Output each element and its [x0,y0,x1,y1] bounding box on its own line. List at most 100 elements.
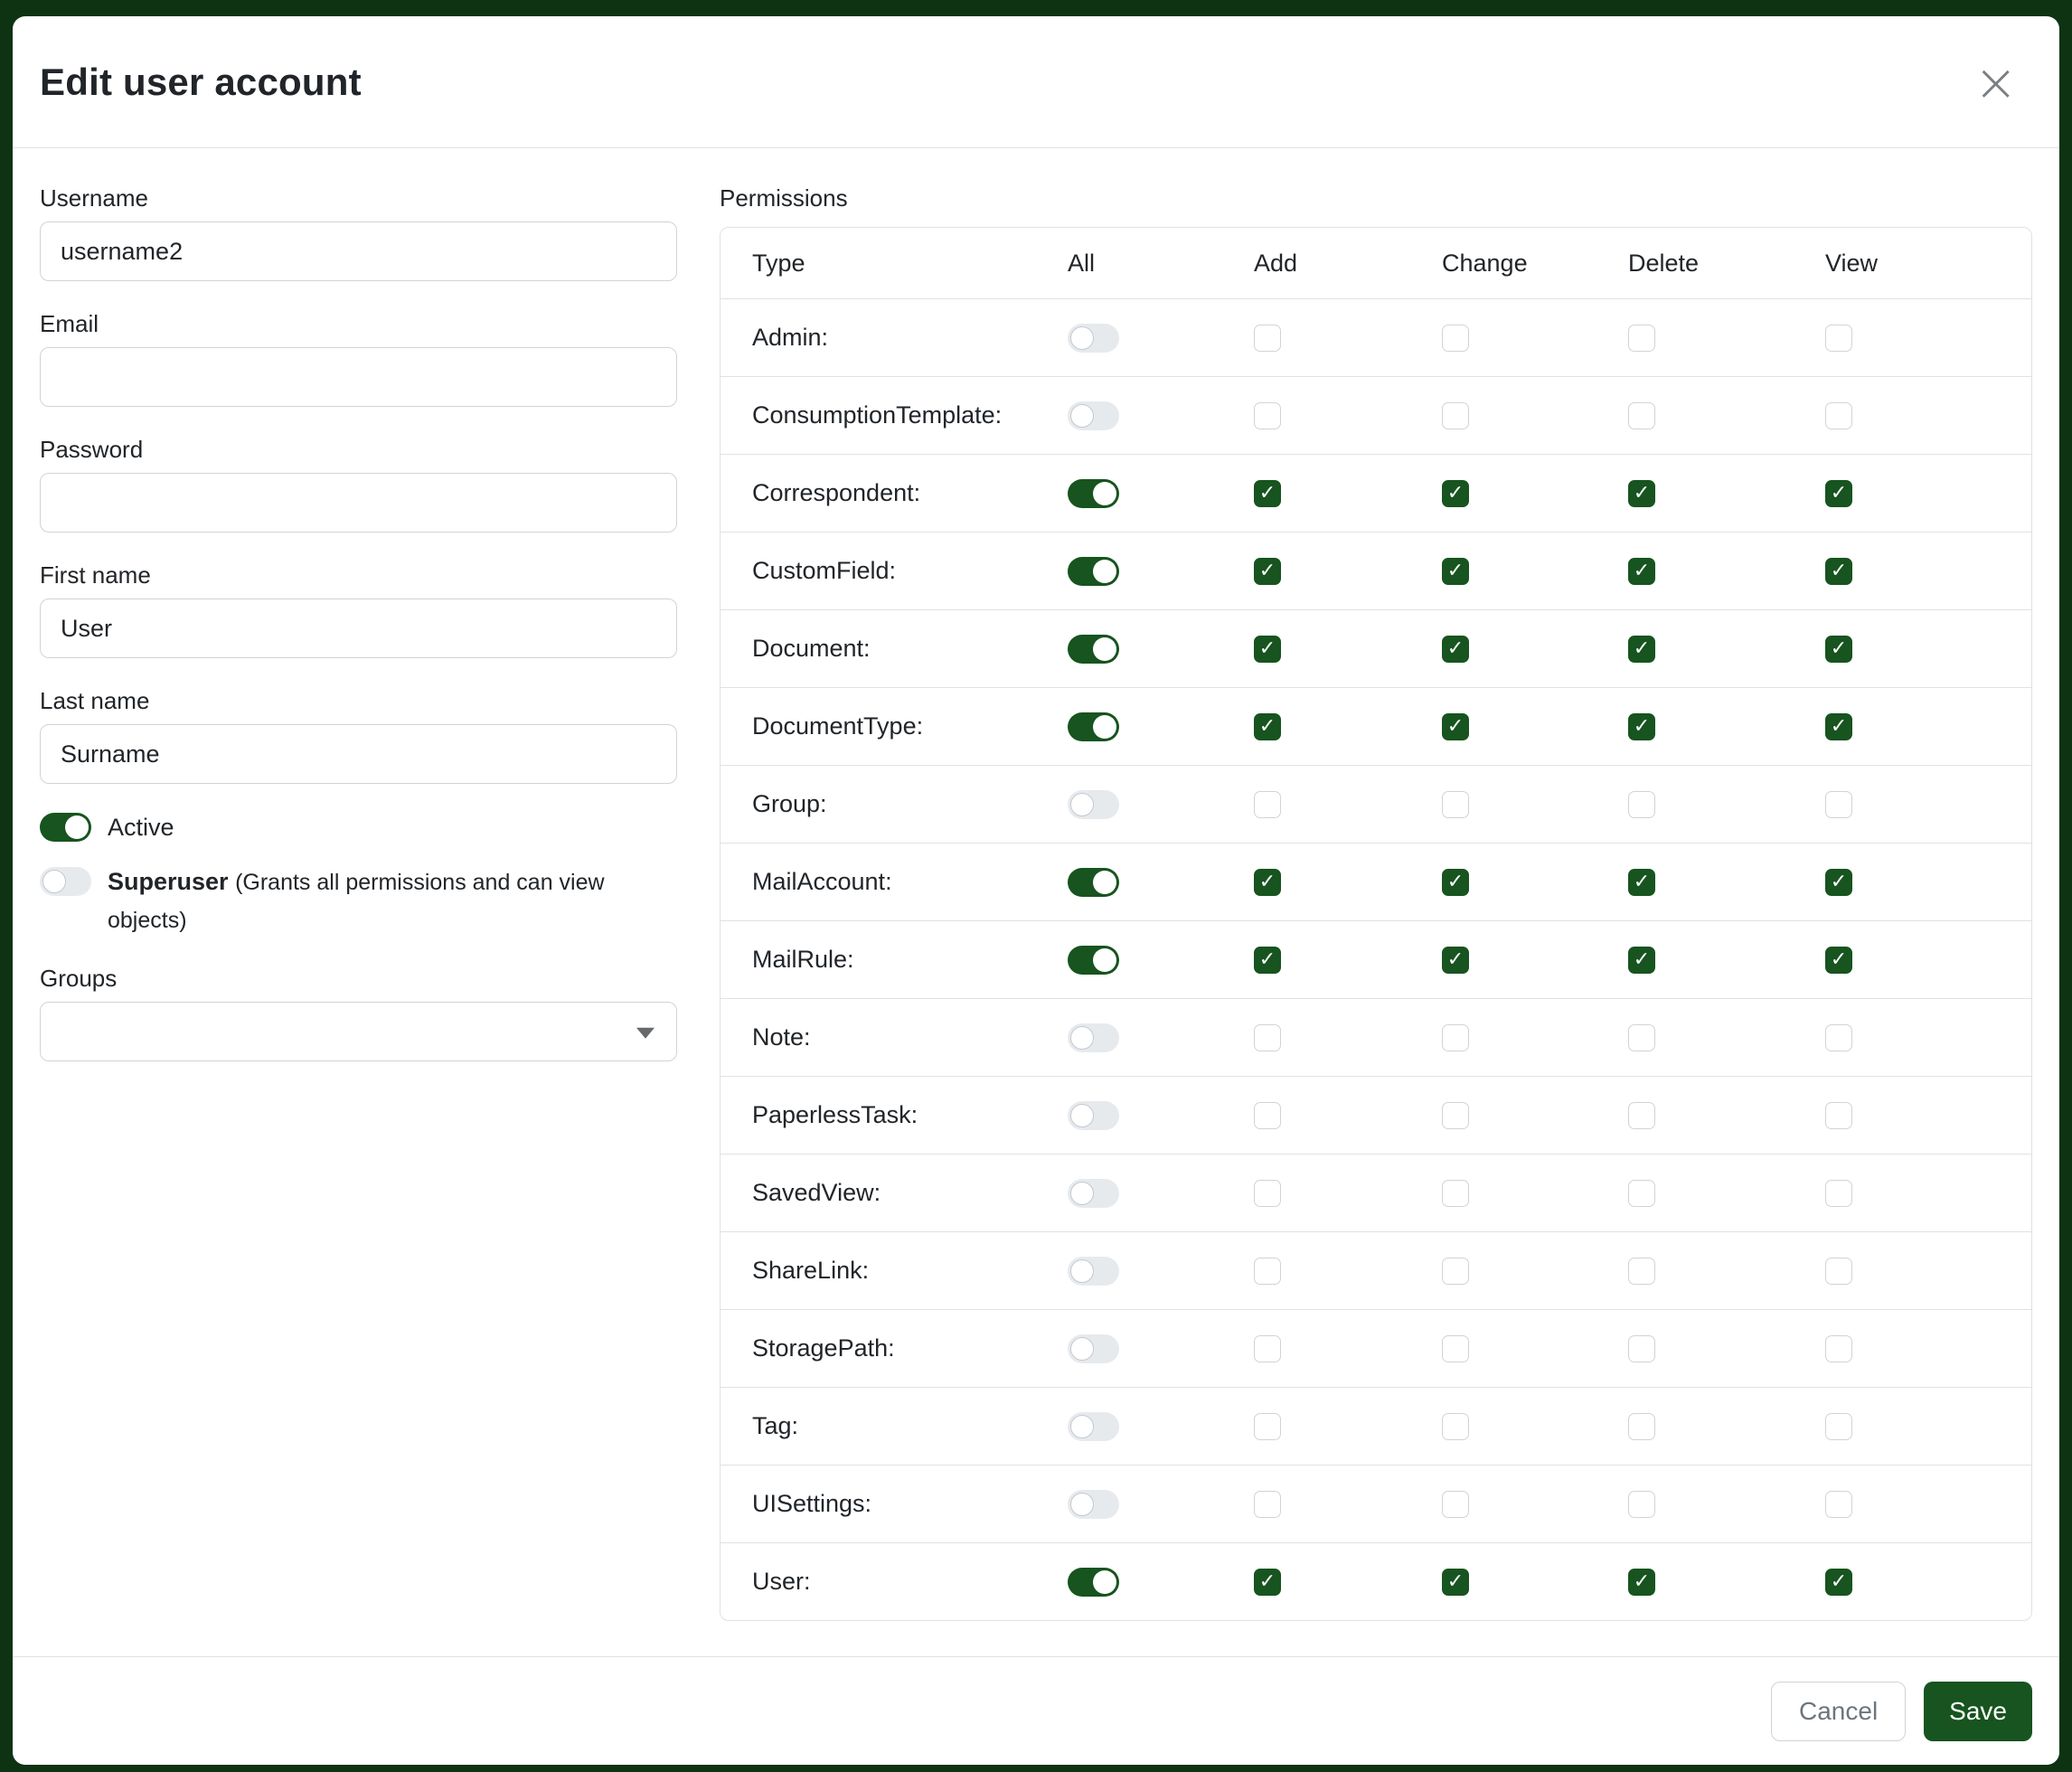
permission-add-checkbox[interactable] [1254,636,1281,663]
save-button[interactable]: Save [1924,1682,2032,1741]
permission-all-toggle[interactable] [1068,401,1119,430]
permission-view-checkbox[interactable] [1825,791,1852,818]
permission-all-toggle[interactable] [1068,479,1119,508]
password-input[interactable] [40,473,677,533]
superuser-toggle[interactable] [40,867,91,896]
permission-delete-checkbox[interactable] [1628,636,1655,663]
permission-delete-checkbox[interactable] [1628,1180,1655,1207]
permission-add-checkbox[interactable] [1254,713,1281,740]
permission-change-checkbox[interactable] [1442,869,1469,896]
permission-delete-checkbox[interactable] [1628,869,1655,896]
permission-add-checkbox[interactable] [1254,1335,1281,1362]
permission-add-checkbox[interactable] [1254,558,1281,585]
permission-add-checkbox[interactable] [1254,1491,1281,1518]
permission-add-checkbox[interactable] [1254,402,1281,429]
username-input[interactable] [40,222,677,281]
permission-all-toggle[interactable] [1068,1334,1119,1363]
permission-delete-checkbox[interactable] [1628,1413,1655,1440]
permission-view-checkbox[interactable] [1825,1024,1852,1051]
permission-change-checkbox[interactable] [1442,402,1469,429]
permission-delete-checkbox[interactable] [1628,791,1655,818]
permission-view-checkbox[interactable] [1825,636,1852,663]
permission-change-checkbox[interactable] [1442,1180,1469,1207]
permission-change-checkbox[interactable] [1442,1335,1469,1362]
permission-change-checkbox[interactable] [1442,480,1469,507]
permission-all-toggle[interactable] [1068,1412,1119,1441]
permission-change-checkbox[interactable] [1442,1024,1469,1051]
permission-all-toggle[interactable] [1068,557,1119,586]
permission-all-toggle[interactable] [1068,868,1119,897]
permission-delete-checkbox[interactable] [1628,325,1655,352]
permission-add-checkbox[interactable] [1254,947,1281,974]
permission-view-checkbox[interactable] [1825,1491,1852,1518]
permission-add-checkbox[interactable] [1254,1569,1281,1596]
permission-delete-checkbox[interactable] [1628,1258,1655,1285]
permission-row: Note: [720,998,2031,1076]
permission-view-checkbox[interactable] [1825,1258,1852,1285]
permission-change-checkbox[interactable] [1442,325,1469,352]
permission-change-checkbox[interactable] [1442,1102,1469,1129]
superuser-switch-row: Superuser (Grants all permissions and ca… [40,863,677,939]
permission-delete-checkbox[interactable] [1628,480,1655,507]
permission-view-checkbox[interactable] [1825,869,1852,896]
permission-all-toggle[interactable] [1068,1257,1119,1286]
permission-all-toggle[interactable] [1068,1179,1119,1208]
permission-delete-checkbox[interactable] [1628,713,1655,740]
permission-all-toggle[interactable] [1068,1490,1119,1519]
permission-change-checkbox[interactable] [1442,947,1469,974]
close-button[interactable]: × [1968,56,2023,108]
permission-add-checkbox[interactable] [1254,480,1281,507]
permission-add-checkbox[interactable] [1254,869,1281,896]
permission-add-checkbox[interactable] [1254,325,1281,352]
permissions-column-change: Change [1442,250,1628,278]
permission-delete-checkbox[interactable] [1628,402,1655,429]
permission-type-label: MailRule: [720,946,1068,974]
permission-delete-checkbox[interactable] [1628,1335,1655,1362]
permission-view-checkbox[interactable] [1825,325,1852,352]
permission-view-checkbox[interactable] [1825,1569,1852,1596]
permission-all-toggle[interactable] [1068,1568,1119,1597]
permission-delete-checkbox[interactable] [1628,1102,1655,1129]
permission-view-checkbox[interactable] [1825,402,1852,429]
permission-change-checkbox[interactable] [1442,1413,1469,1440]
permission-all-toggle[interactable] [1068,790,1119,819]
permission-view-checkbox[interactable] [1825,558,1852,585]
active-toggle[interactable] [40,813,91,842]
permission-change-checkbox[interactable] [1442,713,1469,740]
first-name-input[interactable] [40,599,677,658]
permission-all-toggle[interactable] [1068,1023,1119,1052]
permission-change-checkbox[interactable] [1442,558,1469,585]
permission-change-checkbox[interactable] [1442,1258,1469,1285]
permission-add-checkbox[interactable] [1254,1180,1281,1207]
permission-delete-checkbox[interactable] [1628,947,1655,974]
permission-delete-checkbox[interactable] [1628,1569,1655,1596]
permission-all-toggle[interactable] [1068,1101,1119,1130]
permission-view-checkbox[interactable] [1825,713,1852,740]
permission-view-checkbox[interactable] [1825,947,1852,974]
permission-view-checkbox[interactable] [1825,1335,1852,1362]
permission-all-toggle[interactable] [1068,946,1119,975]
email-input[interactable] [40,347,677,407]
permission-view-checkbox[interactable] [1825,1102,1852,1129]
permission-all-toggle[interactable] [1068,635,1119,664]
permission-change-checkbox[interactable] [1442,1569,1469,1596]
permission-add-checkbox[interactable] [1254,791,1281,818]
cancel-button[interactable]: Cancel [1771,1682,1906,1741]
groups-select[interactable] [40,1002,677,1061]
permission-delete-checkbox[interactable] [1628,1024,1655,1051]
permission-all-toggle[interactable] [1068,712,1119,741]
permission-add-checkbox[interactable] [1254,1102,1281,1129]
permission-delete-checkbox[interactable] [1628,558,1655,585]
permission-delete-checkbox[interactable] [1628,1491,1655,1518]
permission-add-checkbox[interactable] [1254,1024,1281,1051]
permission-all-toggle[interactable] [1068,324,1119,353]
permission-view-checkbox[interactable] [1825,480,1852,507]
last-name-input[interactable] [40,724,677,784]
permission-add-checkbox[interactable] [1254,1258,1281,1285]
permission-change-checkbox[interactable] [1442,636,1469,663]
permission-change-checkbox[interactable] [1442,791,1469,818]
permission-add-checkbox[interactable] [1254,1413,1281,1440]
permission-change-checkbox[interactable] [1442,1491,1469,1518]
permission-view-checkbox[interactable] [1825,1413,1852,1440]
permission-view-checkbox[interactable] [1825,1180,1852,1207]
